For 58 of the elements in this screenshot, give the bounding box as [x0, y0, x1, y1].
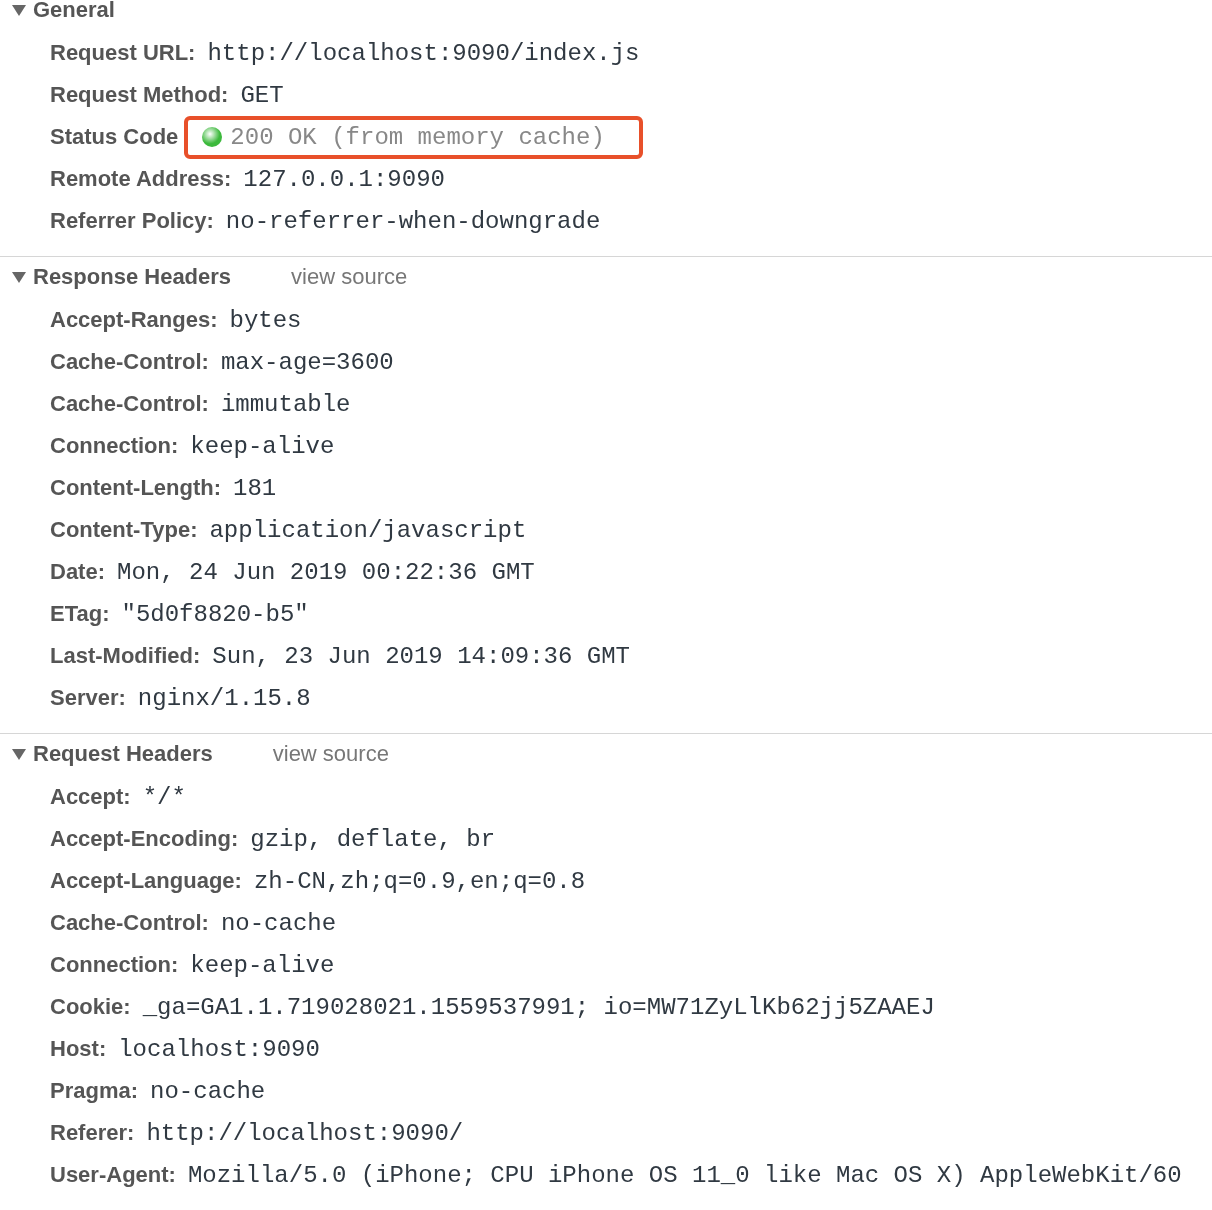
- header-name: Cache-Control:: [50, 391, 209, 417]
- header-value: max-age=3600: [220, 348, 394, 376]
- header-value: nginx/1.15.8: [137, 684, 311, 712]
- header-value: Mon, 24 Jun 2019 00:22:36 GMT: [117, 558, 535, 586]
- header-name: Remote Address:: [50, 166, 232, 192]
- section-title[interactable]: Request Headers: [33, 741, 213, 767]
- header-name: Host:: [50, 1036, 107, 1062]
- section-title[interactable]: General: [33, 0, 115, 23]
- header-value: _ga=GA1.1.719028021.1559537991; io=MW71ZyLlKb62jj5ZAAEJ: [142, 993, 935, 1021]
- header-name: Content-Type:: [50, 517, 198, 543]
- header-name: Request URL:: [50, 40, 196, 66]
- header-value: no-cache: [220, 909, 337, 937]
- header-value: no-referrer-when-downgrade: [225, 207, 601, 235]
- header-name: Cookie:: [50, 994, 131, 1020]
- header-value: application/javascript: [209, 516, 527, 544]
- header-value: bytes: [229, 306, 302, 334]
- view-source-link[interactable]: view source: [291, 264, 408, 290]
- header-name: Pragma:: [50, 1078, 139, 1104]
- header-value: "5d0f8820-b5": [121, 600, 309, 628]
- header-name: Request Method:: [50, 82, 229, 108]
- header-value: Mozilla/5.0 (iPhone; CPU iPhone OS 11_0 like Mac OS X) AppleWebKit/60: [187, 1161, 1182, 1189]
- header-value: no-cache: [150, 1077, 266, 1105]
- header-value: gzip, deflate, br: [250, 825, 496, 853]
- section-title[interactable]: Response Headers: [33, 264, 232, 290]
- header-value: GET: [240, 81, 284, 109]
- disclosure-triangle-icon[interactable]: [12, 271, 26, 283]
- header-value: keep-alive: [190, 432, 335, 460]
- header-value: http://localhost:9090/index.js: [207, 39, 640, 67]
- header-name: Referrer Policy:: [50, 208, 214, 234]
- header-value: zh-CN,zh;q=0.9,en;q=0.8: [253, 867, 586, 895]
- header-name: Accept-Encoding:: [50, 826, 239, 852]
- header-name: Connection:: [50, 952, 179, 978]
- disclosure-triangle-icon[interactable]: [12, 4, 26, 16]
- header-name: Accept:: [50, 784, 131, 810]
- header-value: */*: [142, 783, 186, 811]
- header-name: Last-Modified:: [50, 643, 201, 669]
- header-value: 200 OK (from memory cache): [230, 123, 605, 151]
- header-name: Accept-Ranges:: [50, 307, 218, 333]
- view-source-link[interactable]: view source: [272, 741, 389, 767]
- header-name: Content-Length:: [50, 475, 222, 501]
- header-value: Sun, 23 Jun 2019 14:09:36 GMT: [212, 642, 630, 670]
- header-name: Cache-Control:: [50, 349, 209, 375]
- header-name: Cache-Control:: [50, 910, 209, 936]
- disclosure-triangle-icon[interactable]: [12, 748, 26, 760]
- header-name: Status Code: [50, 124, 179, 150]
- header-value: keep-alive: [190, 951, 335, 979]
- header-name: ETag:: [50, 601, 110, 627]
- header-name: Accept-Language:: [50, 868, 242, 894]
- header-value: http://localhost:9090/: [146, 1119, 464, 1147]
- header-name: Referer:: [50, 1120, 135, 1146]
- header-value: localhost:9090: [118, 1035, 320, 1063]
- header-name: User-Agent:: [50, 1162, 176, 1188]
- header-name: Date:: [50, 559, 105, 585]
- header-value: immutable: [220, 390, 351, 418]
- header-value: 181: [233, 474, 277, 502]
- header-name: Server:: [50, 685, 126, 711]
- header-value: 127.0.0.1:9090: [243, 165, 445, 193]
- header-name: Connection:: [50, 433, 179, 459]
